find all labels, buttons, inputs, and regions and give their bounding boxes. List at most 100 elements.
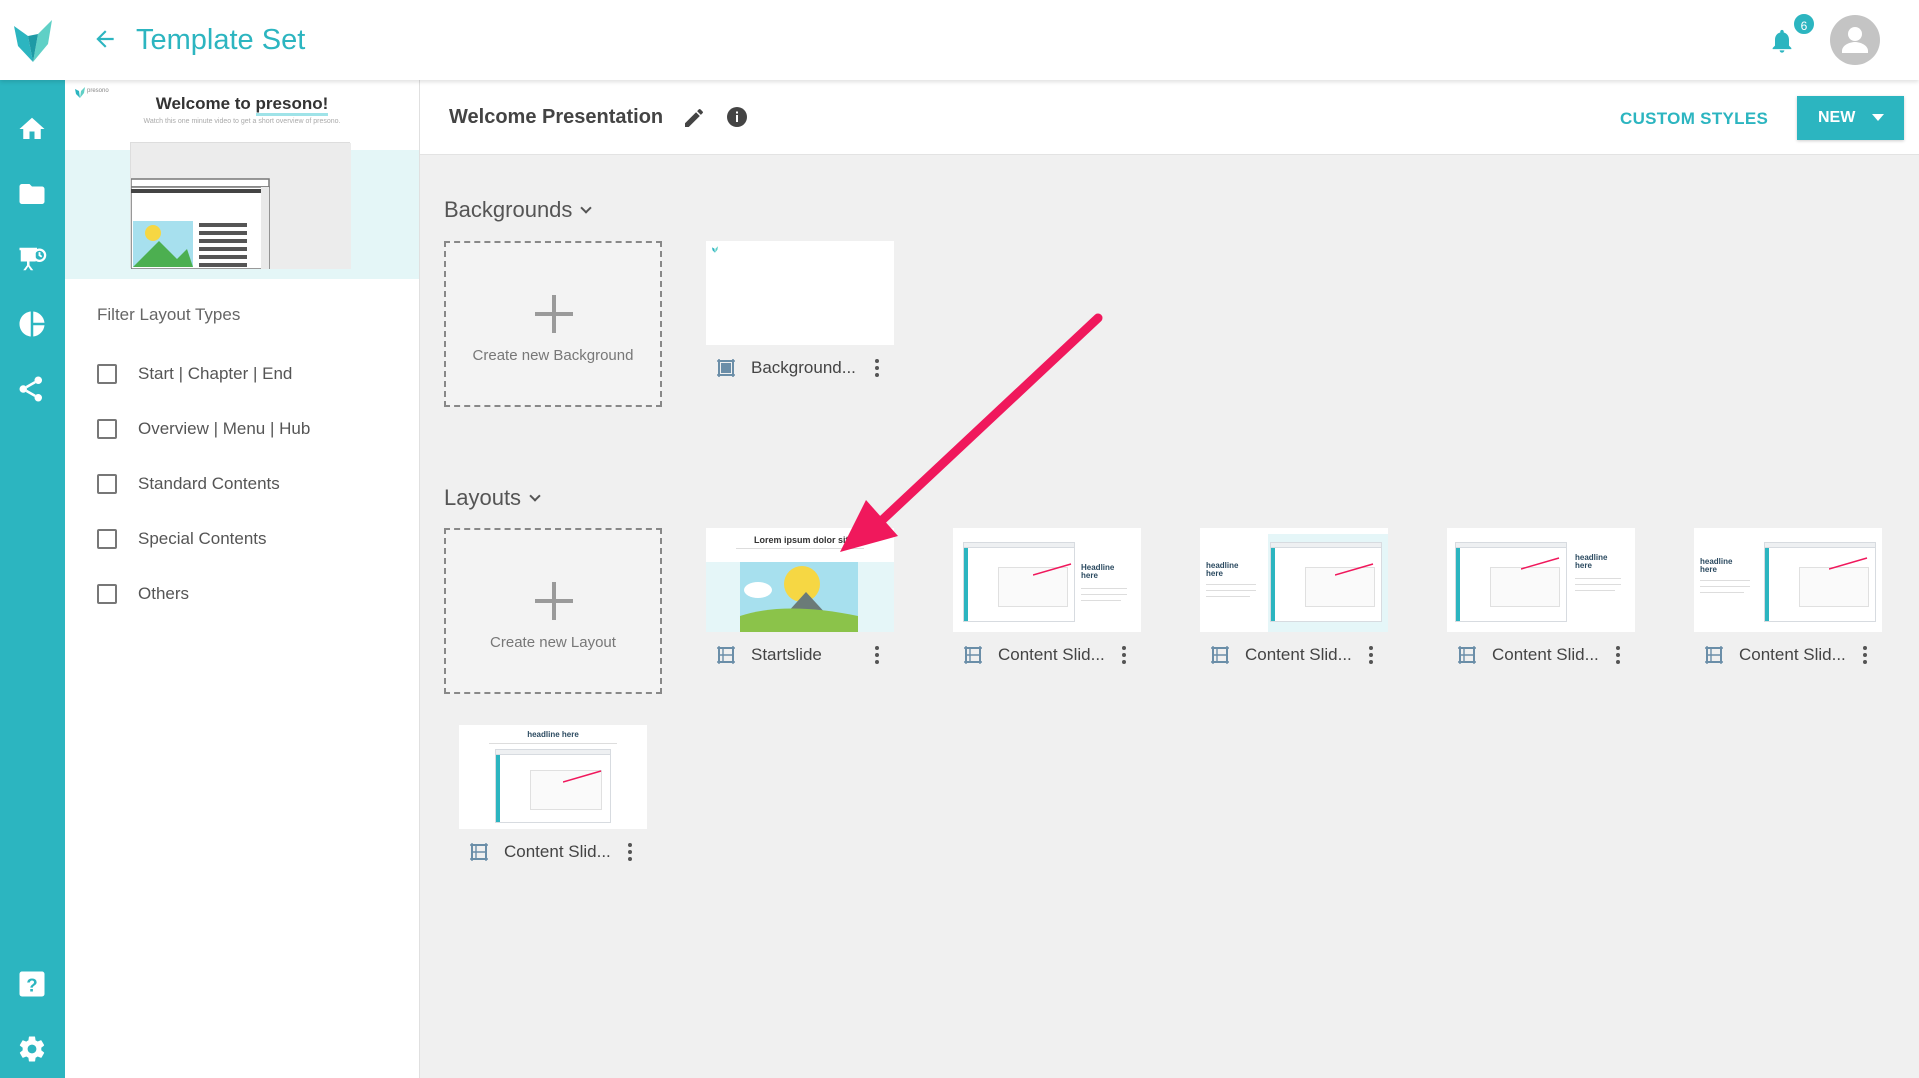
folder-icon[interactable] xyxy=(17,179,47,209)
thumb-headline: headline here xyxy=(527,730,579,739)
thumb-headline: Headline here xyxy=(1081,563,1115,580)
more-vert-icon[interactable] xyxy=(1860,644,1870,666)
thumb-logo-icon xyxy=(712,246,718,253)
layouts-section-toggle[interactable]: Layouts xyxy=(444,485,541,511)
layout-thumbnail[interactable]: headline here xyxy=(1694,528,1882,632)
more-vert-icon[interactable] xyxy=(1613,644,1623,666)
layout-tile-content-slide[interactable]: Headline here Content Slid... xyxy=(953,528,1141,668)
layout-type-icon xyxy=(717,646,735,664)
filter-sidebar: presono Welcome to presono! Watch this o… xyxy=(65,80,420,1078)
presentation-preview[interactable]: presono Welcome to presono! Watch this o… xyxy=(65,80,419,279)
notification-bell-icon[interactable] xyxy=(1768,26,1796,56)
filter-label: Overview | Menu | Hub xyxy=(138,419,311,438)
layout-type-icon xyxy=(1211,646,1229,664)
tile-footer: Content Slid... xyxy=(1200,642,1388,668)
filter-checkbox[interactable] xyxy=(97,419,117,439)
help-icon[interactable]: ? xyxy=(17,969,47,999)
create-layout-label: Create new Layout xyxy=(490,634,616,651)
thumb-headline: Lorem ipsum dolor sit xyxy=(754,535,849,545)
tile-label: Content Slid... xyxy=(1245,645,1352,664)
more-vert-icon[interactable] xyxy=(872,357,882,379)
background-thumbnail[interactable] xyxy=(706,241,894,345)
thumb-screen xyxy=(1764,542,1876,622)
filter-overview-menu-hub[interactable]: Overview | Menu | Hub xyxy=(97,417,310,441)
layout-thumbnail[interactable]: headline here xyxy=(1200,528,1388,632)
preview-title-prefix: Welcome to xyxy=(155,94,256,113)
thumb-screen xyxy=(495,749,611,823)
tile-footer: Startslide xyxy=(706,642,894,668)
layout-thumbnail[interactable]: headline here xyxy=(459,725,647,829)
background-type-icon xyxy=(717,359,735,377)
layout-tile-content-slide[interactable]: headline here Content Slid... xyxy=(1447,528,1635,668)
plus-icon xyxy=(535,582,573,620)
plus-icon xyxy=(535,295,573,333)
layout-tile-content-slide[interactable]: headline here Content Slid... xyxy=(1200,528,1388,668)
layout-thumbnail[interactable]: Lorem ipsum dolor sit xyxy=(706,528,894,632)
tile-label: Content Slid... xyxy=(504,842,611,861)
info-icon[interactable] xyxy=(725,105,749,129)
tile-footer: Content Slid... xyxy=(953,642,1141,668)
filter-start-chapter-end[interactable]: Start | Chapter | End xyxy=(97,362,292,386)
presentation-icon[interactable] xyxy=(17,244,47,274)
edit-pencil-icon[interactable] xyxy=(682,106,706,130)
background-tile[interactable]: Background... xyxy=(706,241,894,381)
share-icon[interactable] xyxy=(17,374,47,404)
new-dropdown-button[interactable]: NEW xyxy=(1797,96,1904,140)
thumb-arrow xyxy=(1033,563,1072,576)
create-background-card[interactable]: Create new Background xyxy=(444,241,662,407)
more-vert-icon[interactable] xyxy=(1366,644,1376,666)
layout-thumbnail[interactable]: headline here xyxy=(1447,528,1635,632)
backgrounds-title: Backgrounds xyxy=(444,197,573,222)
chevron-down-icon xyxy=(580,202,593,214)
settings-icon[interactable] xyxy=(17,1034,47,1064)
thumb-screen xyxy=(963,542,1075,622)
more-vert-icon[interactable] xyxy=(1119,644,1129,666)
preview-header: presono Welcome to presono! Watch this o… xyxy=(65,80,419,150)
thumb-screen xyxy=(1270,542,1382,622)
filter-special-contents[interactable]: Special Contents xyxy=(97,527,267,551)
layout-type-icon xyxy=(1458,646,1476,664)
notification-badge: 6 xyxy=(1792,12,1816,36)
backgrounds-section-toggle[interactable]: Backgrounds xyxy=(444,197,593,223)
thumb-line xyxy=(736,548,864,549)
filter-label: Standard Contents xyxy=(138,474,280,493)
filter-standard-contents[interactable]: Standard Contents xyxy=(97,472,280,496)
tile-footer: Background... xyxy=(706,355,894,381)
layouts-title: Layouts xyxy=(444,485,522,510)
presono-logo[interactable] xyxy=(14,20,52,62)
filter-checkbox[interactable] xyxy=(97,584,117,604)
filter-checkbox[interactable] xyxy=(97,529,117,549)
filter-label: Special Contents xyxy=(138,529,267,548)
thumb-headline: headline here xyxy=(1206,561,1239,578)
filter-checkbox[interactable] xyxy=(97,364,117,384)
more-vert-icon[interactable] xyxy=(872,644,882,666)
thumb-screen xyxy=(1455,542,1567,622)
create-layout-card[interactable]: Create new Layout xyxy=(444,528,662,694)
tile-footer: Content Slid... xyxy=(1694,642,1882,668)
custom-styles-button[interactable]: CUSTOM STYLES xyxy=(1620,109,1768,129)
filter-label: Start | Chapter | End xyxy=(138,364,293,383)
filter-checkbox[interactable] xyxy=(97,474,117,494)
filter-others[interactable]: Others xyxy=(97,582,189,606)
layout-tile-content-slide[interactable]: headline here Content Slid... xyxy=(459,725,647,865)
layout-tile-startslide[interactable]: Lorem ipsum dolor sit Startslide xyxy=(706,528,894,668)
preview-screen-illustration xyxy=(130,142,351,270)
layout-tile-content-slide[interactable]: headline here Content Slid... xyxy=(1694,528,1882,668)
preview-subtitle: Watch this one minute video to get a sho… xyxy=(143,118,341,125)
layout-thumbnail[interactable]: Headline here xyxy=(953,528,1141,632)
thumb-arrow xyxy=(1335,563,1374,576)
filter-title: Filter Layout Types xyxy=(97,305,241,324)
avatar[interactable] xyxy=(1830,15,1880,65)
back-arrow-icon[interactable] xyxy=(92,26,118,52)
more-vert-icon[interactable] xyxy=(625,841,635,863)
thumb-arrow xyxy=(1521,557,1560,570)
new-button-label: NEW xyxy=(1818,109,1856,126)
layout-type-icon xyxy=(964,646,982,664)
page-title: Template Set xyxy=(136,24,306,56)
thumb-headline: headline here xyxy=(1575,553,1608,570)
thumb-headline: headline here xyxy=(1700,557,1733,574)
user-icon xyxy=(1842,27,1868,53)
left-nav: ? xyxy=(0,80,65,1078)
pie-chart-icon[interactable] xyxy=(17,309,47,339)
home-icon[interactable] xyxy=(17,114,47,144)
